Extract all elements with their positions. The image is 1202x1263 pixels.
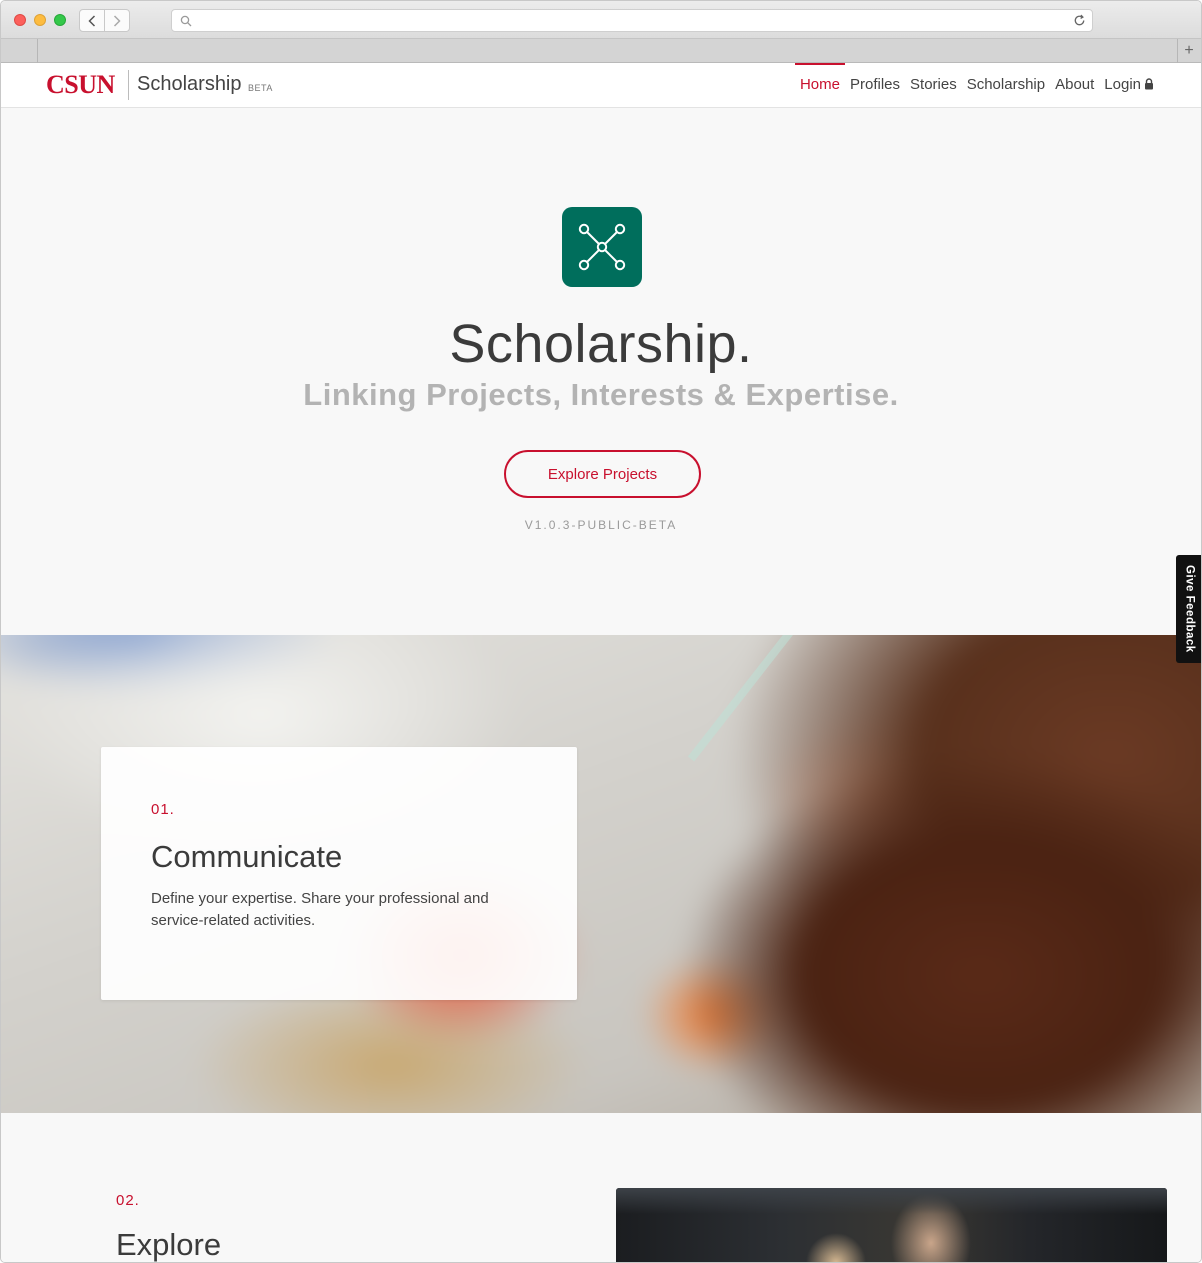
address-bar[interactable] — [171, 9, 1093, 32]
nav-item-stories[interactable]: Stories — [905, 63, 962, 108]
network-graph-glyph — [578, 223, 626, 271]
explore-photo — [616, 1188, 1167, 1262]
nav-item-profiles[interactable]: Profiles — [845, 63, 905, 108]
explore-projects-button[interactable]: Explore Projects — [504, 450, 701, 498]
step-number: 02. — [116, 1192, 140, 1209]
address-input[interactable] — [196, 12, 1066, 29]
hero-title: Scholarship. — [449, 314, 753, 374]
nav-item-login[interactable]: Login — [1099, 63, 1159, 108]
site-header: CSUN Scholarship BETA Home Profiles Stor… — [1, 63, 1201, 108]
step-title: Communicate — [151, 839, 343, 874]
nav-item-about[interactable]: About — [1050, 63, 1099, 108]
give-feedback-tab[interactable]: Give Feedback — [1176, 555, 1201, 663]
reload-icon[interactable] — [1072, 13, 1087, 28]
hero-section: Scholarship. Linking Projects, Interests… — [1, 108, 1201, 635]
zoom-window-button[interactable] — [54, 14, 66, 26]
communicate-section: 01. Communicate Define your expertise. S… — [1, 635, 1201, 1113]
beta-badge: BETA — [248, 83, 273, 93]
search-icon — [180, 15, 192, 27]
version-label: V1.0.3-PUBLIC-BETA — [524, 518, 678, 532]
site-title[interactable]: Scholarship — [137, 73, 242, 96]
browser-titlebar — [1, 1, 1201, 39]
network-nodes-icon — [562, 207, 642, 287]
close-window-button[interactable] — [14, 14, 26, 26]
browser-window: + CSUN Scholarship BETA Home Profiles St… — [0, 0, 1202, 1263]
chevron-right-icon — [113, 14, 121, 27]
csun-logo[interactable]: CSUN — [46, 70, 115, 100]
forward-button[interactable] — [104, 9, 130, 32]
browser-tab-strip: + — [1, 39, 1201, 63]
new-tab-button[interactable]: + — [1177, 39, 1201, 63]
communicate-card: 01. Communicate Define your expertise. S… — [101, 747, 577, 1000]
hero-subtitle: Linking Projects, Interests & Expertise. — [303, 377, 899, 412]
step-description: Define your expertise. Share your profes… — [151, 890, 489, 929]
feedback-label: Give Feedback — [1183, 565, 1196, 653]
back-button[interactable] — [79, 9, 105, 32]
minimize-window-button[interactable] — [34, 14, 46, 26]
explore-section: 02. Explore — [1, 1113, 1201, 1262]
logo-divider — [128, 70, 129, 100]
lock-icon — [1145, 78, 1153, 90]
step-number: 01. — [151, 801, 175, 818]
nav-item-home[interactable]: Home — [794, 63, 845, 108]
login-label: Login — [1104, 76, 1141, 93]
step-title: Explore — [116, 1227, 222, 1262]
chevron-left-icon — [88, 14, 96, 27]
nav-item-scholarship[interactable]: Scholarship — [962, 63, 1050, 108]
tab-divider — [37, 39, 38, 63]
plus-icon: + — [1184, 42, 1194, 59]
main-nav: Home Profiles Stories Scholarship About … — [794, 63, 1159, 108]
